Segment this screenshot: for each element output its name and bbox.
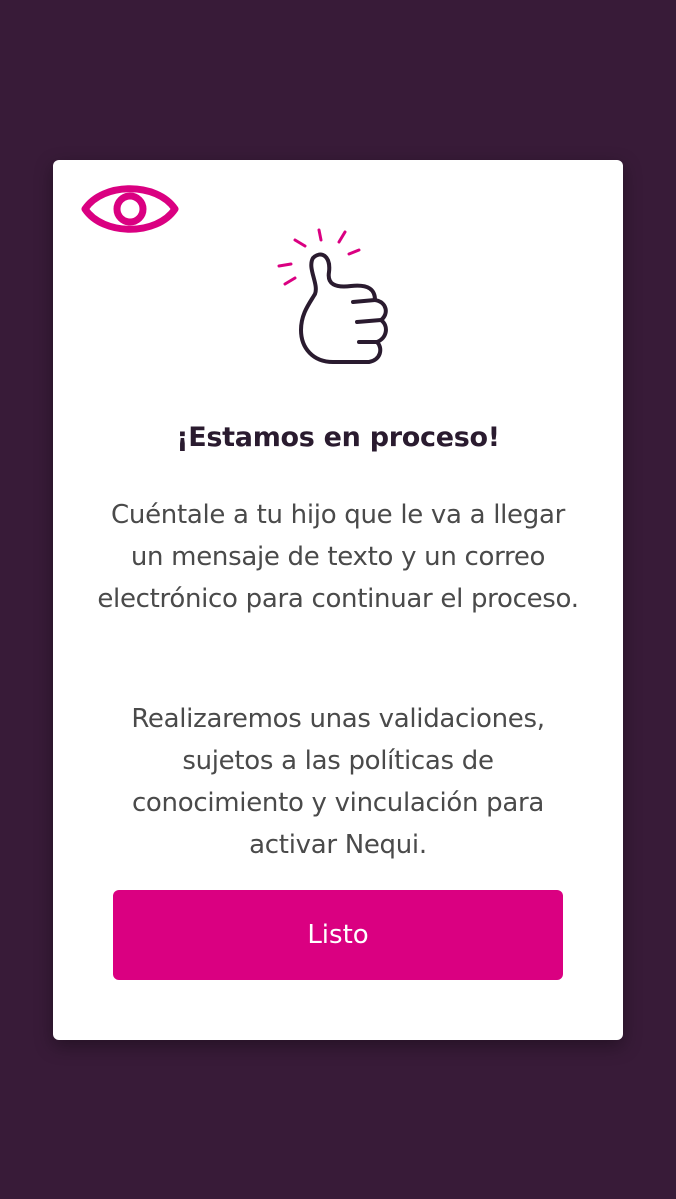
eye-icon[interactable] [81, 178, 179, 240]
thumbs-up-icon [277, 228, 388, 364]
done-button[interactable]: Listo [113, 890, 563, 980]
page-title: ¡Estamos en proceso! [176, 422, 500, 453]
validation-notice-text: Realizaremos unas validaciones, sujetos … [131, 704, 545, 860]
instructions-text: Cuéntale a tu hijo que le va a llegar un… [97, 500, 579, 614]
process-modal: ¡Estamos en proceso! Cuéntale a tu hijo … [53, 160, 623, 1040]
